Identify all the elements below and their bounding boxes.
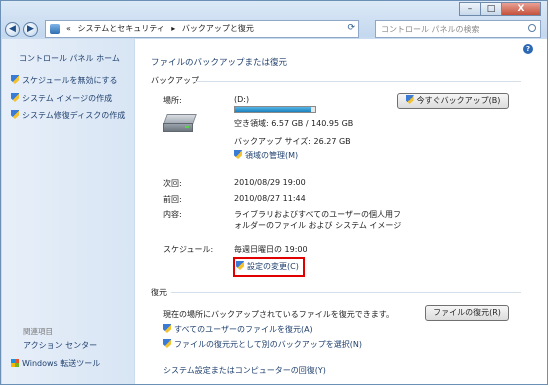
window-controls: – □ X bbox=[459, 2, 541, 16]
search-input[interactable]: コントロール パネルの検索 bbox=[381, 24, 480, 35]
schedule-value: 毎週日曜日の 19:00 bbox=[234, 245, 308, 254]
change-settings-label: 設定の変更(C) bbox=[247, 262, 299, 271]
page-title: ファイルのバックアップまたは復元 bbox=[151, 58, 288, 68]
location-label: 場所: bbox=[163, 96, 182, 105]
search-box[interactable]: コントロール パネルの検索 bbox=[375, 20, 541, 38]
schedule-label: スケジュール: bbox=[163, 245, 214, 254]
windows-transfer-link[interactable]: Windows 転送ツール bbox=[11, 358, 100, 369]
backup-size-text: バックアップ サイズ: 26.27 GB bbox=[234, 137, 351, 146]
shield-icon bbox=[11, 110, 19, 119]
windows-transfer-label: Windows 転送ツール bbox=[22, 359, 101, 368]
backup-now-label: 今すぐバックアップ(B) bbox=[416, 96, 501, 105]
sidebar-item-label: スケジュールを無効にする bbox=[22, 76, 118, 85]
breadcrumb-overflow[interactable]: « bbox=[66, 24, 71, 33]
disk-usage-bar bbox=[234, 106, 316, 113]
hard-drive-icon bbox=[163, 114, 197, 134]
sidebar-item-create-system-image[interactable]: システム イメージの作成 bbox=[11, 93, 112, 104]
next-backup-value: 2010/08/29 19:00 bbox=[234, 178, 306, 187]
contents-value: ライブラリおよびすべてのユーザーの個人用フォルダーのファイル および システム … bbox=[234, 210, 402, 230]
shield-icon bbox=[163, 339, 171, 348]
minimize-button[interactable]: – bbox=[459, 2, 481, 16]
last-backup-label: 前回: bbox=[163, 195, 182, 204]
windows-icon bbox=[11, 359, 19, 367]
select-other-backup-label: ファイルの復元元として別のバックアップを選択(N) bbox=[174, 340, 362, 349]
change-settings-link[interactable]: 設定の変更(C) bbox=[236, 261, 299, 272]
restore-all-users-link[interactable]: すべてのユーザーのファイルを復元(A) bbox=[163, 324, 313, 335]
title-bar: – □ X ◀ ▶ « システムとセキュリティ ▸ バックアップと復元 ⟳ コン… bbox=[1, 1, 547, 38]
backup-divider bbox=[195, 81, 521, 82]
search-icon[interactable] bbox=[528, 24, 536, 32]
next-backup-label: 次回: bbox=[163, 179, 182, 188]
sidebar-item-label: システム修復ディスクの作成 bbox=[22, 111, 126, 120]
manage-space-link[interactable]: 領域の管理(M) bbox=[234, 150, 298, 161]
refresh-icon[interactable]: ⟳ bbox=[347, 23, 355, 33]
restore-files-button[interactable]: ファイルの復元(R) bbox=[425, 305, 509, 321]
breadcrumb-backup-restore[interactable]: バックアップと復元 bbox=[182, 24, 254, 33]
backup-now-button[interactable]: 今すぐバックアップ(B) bbox=[397, 93, 509, 109]
recover-system-link[interactable]: システム設定またはコンピューターの回復(Y) bbox=[163, 365, 326, 376]
backup-section-header: バックアップ bbox=[151, 76, 199, 85]
sidebar-item-disable-schedule[interactable]: スケジュールを無効にする bbox=[11, 75, 118, 86]
shield-icon bbox=[234, 150, 242, 159]
restore-divider bbox=[171, 292, 521, 293]
breadcrumb-system-security[interactable]: システムとセキュリティ bbox=[77, 24, 164, 33]
shield-icon bbox=[236, 261, 244, 270]
maximize-button[interactable]: □ bbox=[480, 2, 502, 16]
control-panel-icon bbox=[50, 24, 60, 34]
breadcrumb: « システムとセキュリティ ▸ バックアップと復元 bbox=[66, 23, 258, 34]
sidebar-home-link[interactable]: コントロール パネル ホーム bbox=[19, 53, 120, 64]
restore-description: 現在の場所にバックアップされているファイルを復元できます。 bbox=[163, 310, 394, 319]
sidebar-item-create-repair-disc[interactable]: システム修復ディスクの作成 bbox=[11, 110, 125, 121]
select-other-backup-link[interactable]: ファイルの復元元として別のバックアップを選択(N) bbox=[163, 339, 362, 350]
main-content: ? ファイルのバックアップまたは復元 バックアップ 場所: (D:) 空き領域:… bbox=[135, 39, 547, 384]
free-space-text: 空き領域: 6.57 GB / 140.95 GB bbox=[234, 119, 354, 128]
shield-icon bbox=[11, 75, 19, 84]
related-header: 関連項目 bbox=[23, 327, 53, 336]
sidebar-item-label: システム イメージの作成 bbox=[22, 94, 113, 103]
sidebar: コントロール パネル ホーム スケジュールを無効にする システム イメージの作成… bbox=[2, 39, 134, 384]
shield-icon bbox=[405, 95, 414, 104]
restore-all-users-label: すべてのユーザーのファイルを復元(A) bbox=[174, 325, 313, 334]
last-backup-value: 2010/08/27 11:44 bbox=[234, 194, 306, 203]
shield-icon bbox=[11, 93, 19, 102]
close-button[interactable]: X bbox=[501, 2, 541, 16]
contents-label: 内容: bbox=[163, 210, 182, 219]
back-arrow-icon[interactable]: ◀ bbox=[5, 22, 20, 37]
address-bar[interactable]: « システムとセキュリティ ▸ バックアップと復元 ⟳ bbox=[45, 20, 359, 38]
location-value: (D:) bbox=[234, 95, 250, 104]
shield-icon bbox=[163, 324, 171, 333]
action-center-link[interactable]: アクション センター bbox=[23, 340, 97, 351]
restore-section-header: 復元 bbox=[151, 288, 167, 297]
manage-space-label: 領域の管理(M) bbox=[245, 151, 299, 160]
breadcrumb-separator[interactable]: ▸ bbox=[171, 24, 175, 33]
disk-usage-fill bbox=[235, 107, 312, 112]
backup-restore-window: – □ X ◀ ▶ « システムとセキュリティ ▸ バックアップと復元 ⟳ コン… bbox=[0, 0, 548, 385]
forward-arrow-icon[interactable]: ▶ bbox=[23, 22, 38, 37]
help-icon[interactable]: ? bbox=[523, 44, 533, 54]
